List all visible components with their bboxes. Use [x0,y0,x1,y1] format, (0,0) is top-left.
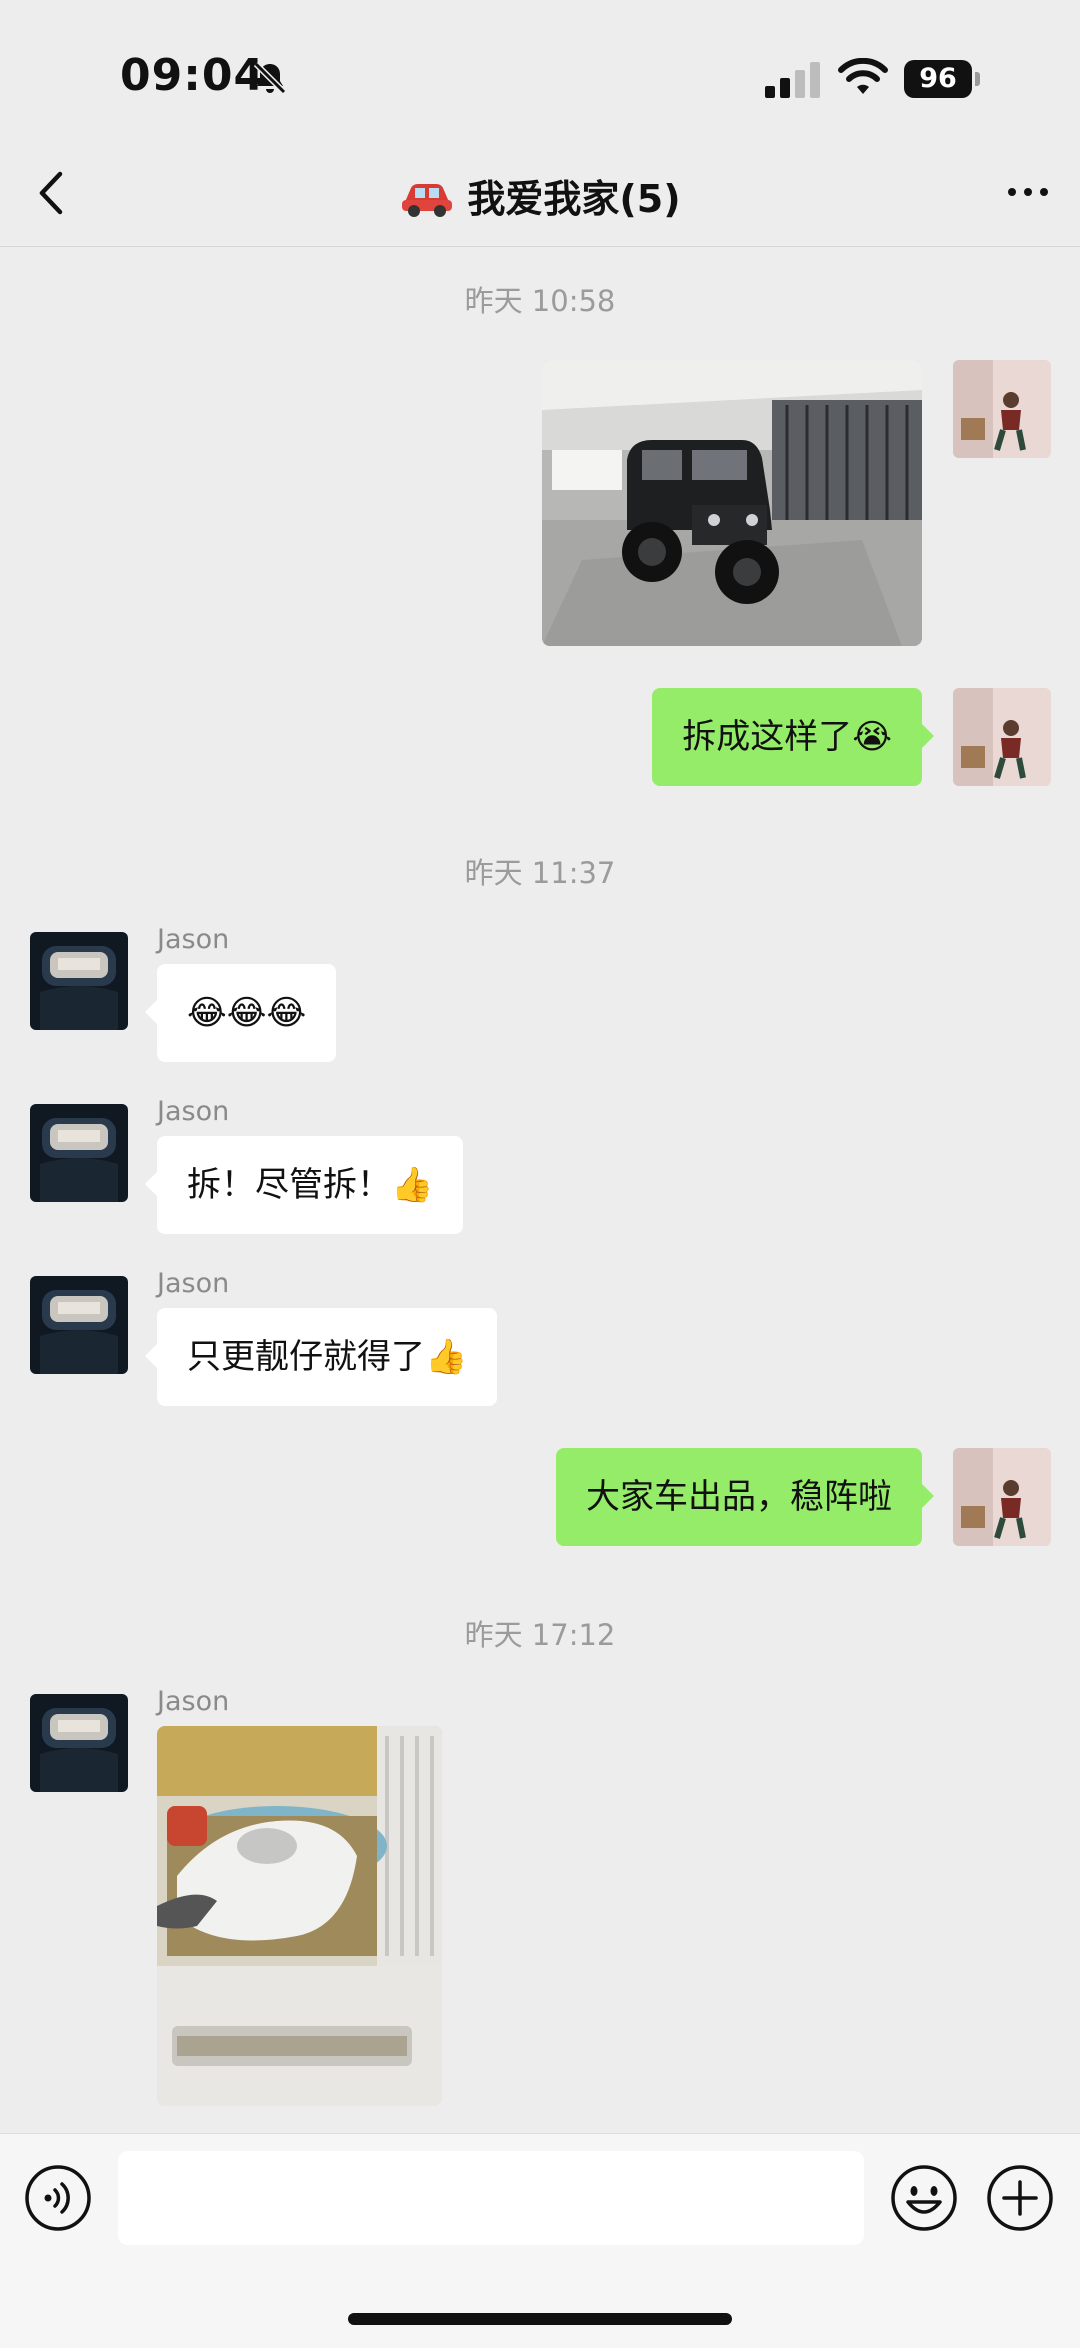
timestamp: 昨天 10:58 [464,284,616,318]
timestamp: 昨天 17:12 [464,1618,616,1652]
thumbs-up-emoji: 👍 [391,1165,434,1205]
cellular-signal-icon [765,62,820,98]
emoji-face-icon[interactable] [890,2164,958,2232]
jason-avatar[interactable] [30,932,128,1030]
red-car-icon [402,183,453,217]
chat-title-text: 我爱我家(5) [467,177,681,221]
sender-name: Jason [157,924,230,955]
message-bubble-outgoing[interactable]: 大家车出品，稳阵啦 [556,1448,934,1546]
message-bubble-incoming[interactable]: 拆！尽管拆！👍 [144,1136,464,1234]
chat-header: 我爱我家(5) [0,140,1080,247]
sender-name: Jason [157,1268,230,1299]
plus-icon[interactable] [986,2164,1054,2232]
message-text: 拆成这样了 [682,717,853,757]
my-avatar[interactable] [953,688,1051,786]
message-text: 拆！尽管拆！ [187,1165,391,1205]
message-bubble-incoming[interactable]: 只更靓仔就得了👍 [144,1308,498,1406]
chat-title[interactable]: 我爱我家(5) [0,168,1080,223]
battery-icon: 96 [904,60,980,98]
my-avatar[interactable] [953,360,1051,458]
battery-level: 96 [904,60,972,98]
voice-icon[interactable] [24,2164,92,2232]
timestamp: 昨天 11:37 [464,856,616,890]
message-bubble-outgoing[interactable]: 拆成这样了😭 [652,688,934,786]
bell-slash-icon [253,61,287,95]
jason-avatar[interactable] [30,1104,128,1202]
more-dots-icon[interactable] [1006,180,1050,204]
message-bubble-incoming[interactable]: 😂😂😂 [144,964,337,1062]
status-time: 09:04 [120,50,266,101]
message-text: 只更靓仔就得了 [187,1337,425,1377]
my-avatar[interactable] [953,1448,1051,1546]
sender-name: Jason [157,1096,230,1127]
sender-name: Jason [157,1686,230,1717]
thumbs-up-emoji: 👍 [425,1337,468,1377]
laughing-emoji: 😂😂😂 [187,993,307,1033]
crying-laughing-emoji: 😭 [852,717,892,757]
cat-photo[interactable] [157,1726,442,2106]
status-bar: 09:04 96 [0,0,1080,140]
message-input[interactable] [118,2151,864,2245]
wifi-icon [838,58,888,94]
home-indicator[interactable] [348,2313,732,2325]
jason-avatar[interactable] [30,1694,128,1792]
jason-avatar[interactable] [30,1276,128,1374]
jeep-photo[interactable] [542,360,922,646]
message-text: 大家车出品，稳阵啦 [586,1477,892,1517]
